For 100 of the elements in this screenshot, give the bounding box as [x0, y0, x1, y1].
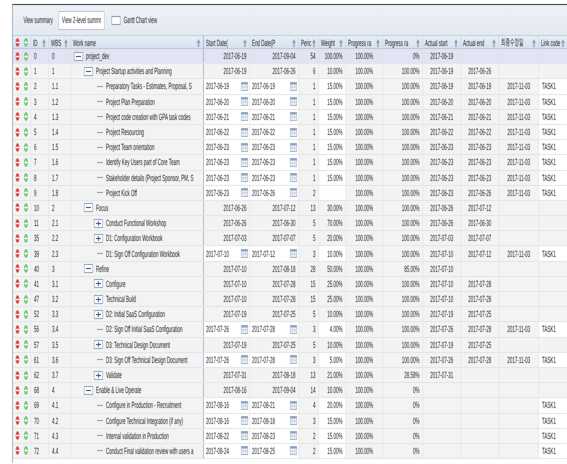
table-row[interactable]: 52 3.3 D2: Initial SaaS Configuration 2017-07-19 2017-07-25 5 10.00% 100.00% 100.00% 2017-07-19 2017-07-25 [13, 307, 567, 322]
input-field[interactable]: 5.00% [319, 352, 346, 367]
minus-circle-icon[interactable] [14, 66, 22, 76]
date-field[interactable]: 2017-06-19 [204, 79, 248, 94]
table-row[interactable]: 61 3.6 D3: Sign Off Technical Design Document 2017-07-26 2017-07-28 3 5.00% 100.00% 100.00% 2017-07-26 2017-07-28 2017-11-03 TASK1 [13, 352, 567, 368]
input-field[interactable]: TASK1 [539, 155, 567, 170]
expand-toggle[interactable] [94, 279, 103, 288]
table-row[interactable]: 39 2.3 D1: Sign Off Configuration Workbook 2017-07-10 2017-07-12 3 10.00% 100.00% 100.00% 2017-07-10 2017-07-12 2017-11-03 TASK1 [13, 246, 567, 262]
plus-circle-icon[interactable] [22, 416, 30, 426]
input-field[interactable]: 15.00% [319, 428, 346, 443]
calendar-icon[interactable] [290, 324, 297, 334]
input-field[interactable]: 4.00% [319, 322, 346, 337]
date-field[interactable]: 2017-06-23 [250, 170, 297, 185]
minus-circle-icon[interactable] [14, 294, 22, 304]
input-field[interactable]: TASK1 [539, 428, 567, 443]
table-row[interactable]: 3 1.2 Project Plan Preparation 2017-06-20 2017-06-20 1 15.00% 100.00% 100.00% 2017-06-20 2017-06-20 2017-11-03 TASK1 [13, 94, 567, 110]
input-field[interactable]: 15.00% [319, 94, 346, 109]
plus-circle-icon[interactable] [22, 386, 30, 395]
plus-circle-icon[interactable] [22, 97, 30, 106]
plus-circle-icon[interactable] [22, 279, 30, 288]
plus-circle-icon[interactable] [22, 158, 30, 167]
input-field[interactable]: TASK1 [539, 444, 567, 458]
plus-circle-icon[interactable] [22, 128, 30, 137]
date-field[interactable]: 2017-06-22 [250, 124, 297, 140]
minus-circle-icon[interactable] [14, 386, 22, 395]
plus-circle-icon[interactable] [22, 355, 30, 364]
calendar-icon[interactable] [290, 400, 297, 410]
table-row[interactable]: 0 0 project_dev 2017-06-19 2017-09-04 54 100.00% 100.00% 0% 2017-06-19 [13, 49, 567, 64]
minus-circle-icon[interactable] [14, 355, 22, 364]
plus-circle-icon[interactable] [22, 173, 30, 182]
input-field[interactable]: 15.00% [319, 110, 346, 124]
plus-circle-icon[interactable] [22, 370, 30, 380]
collapse-toggle[interactable] [84, 386, 93, 395]
date-field[interactable]: 2017-08-24 [204, 444, 248, 458]
input-field[interactable]: TASK1 [539, 110, 567, 124]
plus-circle-icon[interactable] [22, 446, 30, 456]
calendar-icon[interactable] [241, 355, 248, 364]
calendar-icon[interactable] [290, 97, 297, 106]
expand-toggle[interactable] [94, 370, 103, 380]
plus-circle-icon[interactable] [22, 431, 30, 440]
date-field[interactable]: 2017-07-28 [250, 352, 297, 367]
input-field[interactable]: TASK1 [539, 186, 567, 200]
calendar-icon[interactable] [290, 188, 297, 198]
expand-toggle[interactable] [94, 218, 103, 228]
table-row[interactable]: 2 1.1 Preparatory Tasks - Estimates, Proposal, S 2017-06-19 2017-06-19 1 15.00% 100.00% 100.00% 2017-06-19 2017-06-19 2017-11-03 TASK1 [13, 79, 567, 95]
input-field[interactable]: TASK1 [539, 140, 567, 154]
date-field[interactable]: 2017-06-21 [204, 110, 248, 124]
minus-circle-icon[interactable] [14, 218, 22, 228]
input-field[interactable]: TASK1 [539, 170, 567, 185]
table-row[interactable]: 70 4.2 Configure Technical Integration (if any) 2017-08-16 2017-08-18 3 15.00% 100.00% 0% TASK1 [13, 414, 567, 429]
minus-circle-icon[interactable] [14, 264, 22, 274]
expand-toggle[interactable] [94, 234, 103, 243]
collapse-toggle[interactable] [84, 66, 93, 76]
date-field[interactable]: 2017-07-10 [204, 246, 248, 261]
calendar-icon[interactable] [290, 142, 297, 152]
minus-circle-icon[interactable] [14, 52, 22, 61]
view-tab[interactable]: View 2-level summr [58, 10, 105, 30]
plus-circle-icon[interactable] [22, 188, 30, 198]
sort-arrow-icon[interactable] [376, 38, 380, 46]
minus-circle-icon[interactable] [14, 128, 22, 137]
sort-arrow-icon[interactable] [338, 38, 344, 46]
input-field[interactable]: TASK1 [539, 124, 567, 140]
plus-circle-icon[interactable] [22, 112, 30, 122]
expand-toggle[interactable] [94, 294, 103, 304]
sort-arrow-icon[interactable] [64, 38, 68, 46]
minus-circle-icon[interactable] [14, 249, 22, 258]
calendar-icon[interactable] [241, 128, 248, 137]
plus-circle-icon[interactable] [22, 218, 30, 228]
table-row[interactable]: 71 4.3 Internal validation in Production 2017-08-22 2017-08-23 2 15.00% 100.00% 0% TASK1 [13, 428, 567, 444]
table-row[interactable]: 1 1 Project Startup activities and Planning 2017-06-19 2017-06-26 6 10.00% 100.00% 100.00% 2017-06-19 2017-06-26 [13, 64, 567, 80]
plus-circle-icon[interactable] [22, 142, 30, 152]
calendar-icon[interactable] [241, 158, 248, 167]
minus-circle-icon[interactable] [14, 370, 22, 380]
minus-circle-icon[interactable] [14, 310, 22, 319]
sort-arrow-icon[interactable] [492, 38, 496, 46]
minus-circle-icon[interactable] [14, 188, 22, 198]
table-row[interactable]: 56 3.4 D2: Sign Off Initial SaaS Configuration 2017-07-26 2017-07-28 3 4.00% 100.00% 100.00% 2017-07-26 2017-07-28 2017-11-03 TASK1 [13, 322, 567, 338]
table-row[interactable]: 69 4.1 Configure in Production - Recruitment 2017-08-16 2017-08-21 4 20.00% 100.00% 0% TASK1 [13, 398, 567, 414]
table-row[interactable]: 9 1.8 Project Kick Off 2017-06-23 2017-06-26 2 100.00% 100.00% 2017-06-23 2017-06-26 2017-11-03 TASK1 [13, 186, 567, 201]
table-row[interactable]: 11 2.1 Conduct Functional Workshop 2017-06-26 2017-06-30 5 70.00% 100.00% 100.00% 2017-06-26 2017-06-30 [13, 216, 567, 232]
minus-circle-icon[interactable] [14, 38, 22, 47]
sort-arrow-icon[interactable] [42, 38, 46, 46]
minus-circle-icon[interactable] [14, 203, 22, 212]
calendar-icon[interactable] [290, 249, 297, 258]
minus-circle-icon[interactable] [14, 446, 22, 456]
sort-arrow-icon[interactable] [560, 38, 566, 46]
checkbox-label[interactable]: Gantt Chart view [124, 15, 158, 25]
plus-circle-icon[interactable] [22, 52, 30, 61]
collapse-toggle[interactable] [84, 264, 93, 274]
date-field[interactable]: 2017-06-20 [250, 94, 297, 109]
calendar-icon[interactable] [241, 431, 248, 440]
minus-circle-icon[interactable] [14, 82, 22, 91]
plus-circle-icon[interactable] [22, 324, 30, 334]
plus-circle-icon[interactable] [22, 294, 30, 304]
sort-arrow-icon[interactable] [242, 38, 248, 46]
date-field[interactable]: 2017-06-23 [204, 155, 248, 170]
input-field[interactable]: TASK1 [539, 414, 567, 428]
date-field[interactable]: 2017-08-21 [250, 398, 297, 412]
date-field[interactable]: 2017-07-12 [250, 246, 297, 261]
minus-circle-icon[interactable] [14, 340, 22, 350]
